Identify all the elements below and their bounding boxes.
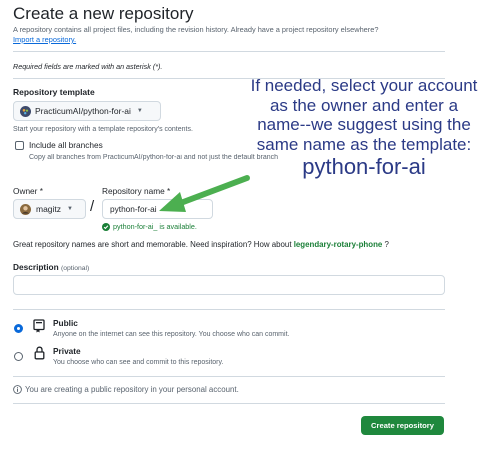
description-label: Description (optional) bbox=[13, 262, 89, 272]
private-label: Private bbox=[53, 346, 81, 356]
divider bbox=[13, 376, 445, 377]
availability-message: python-for-ai_ is available. bbox=[102, 222, 197, 231]
annotation-arrow-icon bbox=[159, 175, 250, 212]
check-circle-icon bbox=[102, 222, 110, 231]
required-fields-note: Required fields are marked with an aster… bbox=[13, 62, 163, 71]
template-select[interactable]: PracticumAI/python-for-ai ▼ bbox=[13, 101, 161, 121]
annotation-line-1: If needed, select your account bbox=[250, 76, 478, 95]
info-icon bbox=[13, 385, 22, 394]
private-description: You choose who can see and commit to thi… bbox=[53, 359, 224, 366]
divider bbox=[13, 309, 445, 310]
description-input[interactable] bbox=[13, 275, 445, 295]
practicum-ai-avatar-icon bbox=[20, 105, 31, 117]
annotation-line-5: python-for-ai bbox=[302, 154, 426, 179]
subtitle-text: A repository contains all project files,… bbox=[13, 25, 379, 34]
page-subtitle: A repository contains all project files,… bbox=[13, 25, 378, 45]
template-selected-value: PracticumAI/python-for-ai bbox=[35, 106, 131, 116]
owner-select[interactable]: magitz ▼ bbox=[13, 199, 86, 219]
annotation-line-2: as the owner and enter a bbox=[269, 95, 459, 115]
description-label-text: Description bbox=[13, 262, 59, 272]
chevron-down-icon: ▼ bbox=[136, 108, 143, 114]
inspiration-text: Great repository names are short and mem… bbox=[13, 240, 292, 249]
repo-icon bbox=[33, 319, 45, 333]
create-repository-button[interactable]: Create repository bbox=[361, 416, 444, 435]
public-label: Public bbox=[53, 318, 78, 328]
template-hint: Start your repository with a template re… bbox=[13, 126, 193, 133]
divider bbox=[13, 403, 445, 404]
import-repository-link[interactable]: Import a repository. bbox=[13, 35, 76, 44]
private-radio[interactable] bbox=[14, 352, 23, 361]
annotation-line-3: name--we suggest using the bbox=[257, 115, 471, 134]
public-radio[interactable] bbox=[14, 324, 23, 333]
description-optional: (optional) bbox=[60, 265, 90, 272]
annotation-line-4: same name as the template: bbox=[256, 134, 472, 154]
chevron-down-icon: ▼ bbox=[67, 206, 73, 212]
suggested-name-link[interactable]: legendary-rotary-phone bbox=[294, 240, 383, 249]
instruction-annotation: If needed, select your account as the ow… bbox=[231, 76, 497, 180]
inspiration-line: Great repository names are short and mem… bbox=[13, 240, 389, 249]
inspiration-suffix: ? bbox=[384, 240, 389, 249]
owner-label: Owner * bbox=[13, 186, 43, 196]
include-all-branches-label: Include all branches bbox=[29, 140, 103, 150]
info-note-text: You are creating a public repository in … bbox=[25, 385, 239, 394]
page-title: Create a new repository bbox=[13, 4, 194, 23]
lock-icon bbox=[34, 346, 45, 360]
owner-value: magitz bbox=[36, 204, 62, 214]
user-avatar-icon bbox=[20, 203, 31, 215]
template-label: Repository template bbox=[13, 87, 95, 97]
include-all-branches-checkbox[interactable] bbox=[15, 141, 24, 150]
divider bbox=[13, 51, 445, 52]
owner-repo-separator: / bbox=[90, 198, 95, 215]
public-description: Anyone on the internet can see this repo… bbox=[53, 331, 290, 338]
availability-text: python-for-ai_ is available. bbox=[113, 222, 197, 231]
info-note: You are creating a public repository in … bbox=[13, 385, 239, 394]
